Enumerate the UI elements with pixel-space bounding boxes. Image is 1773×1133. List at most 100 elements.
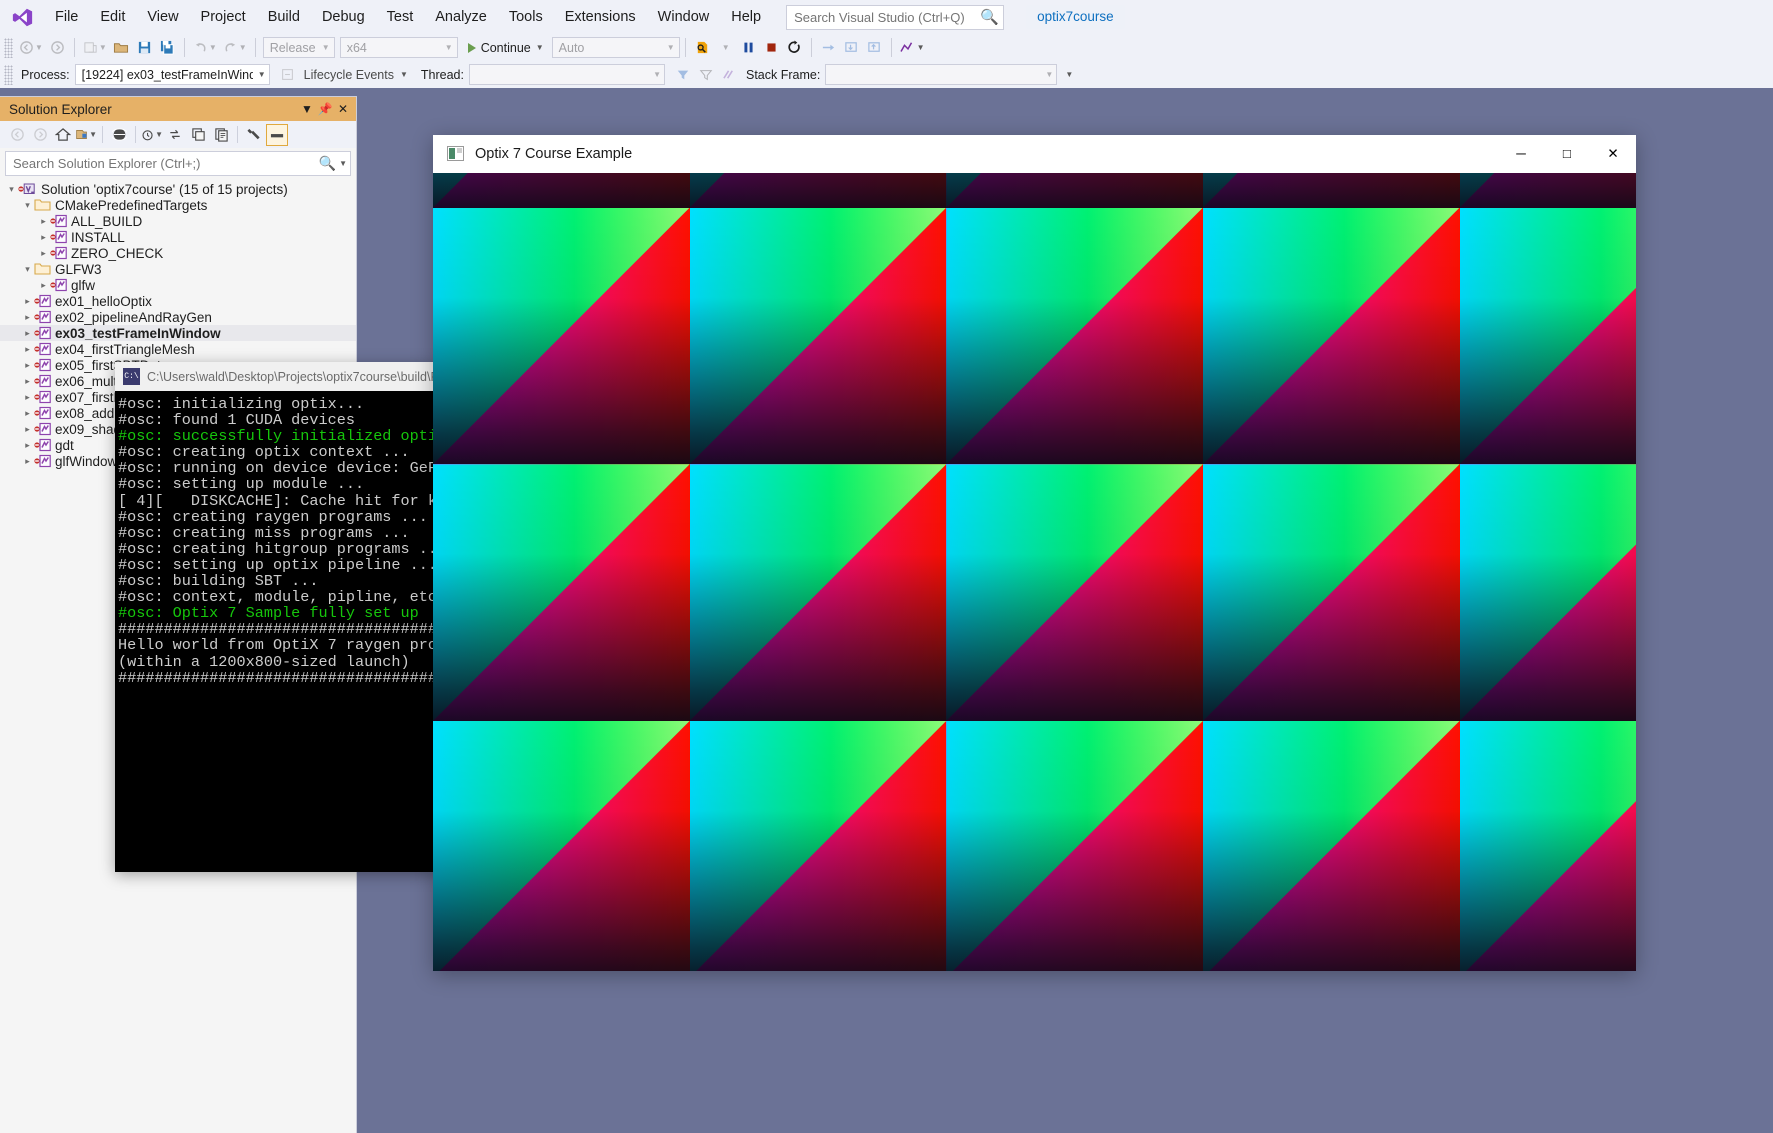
- global-search-box[interactable]: 🔍: [786, 4, 1005, 30]
- close-icon[interactable]: ✕: [334, 102, 352, 116]
- lifecycle-events-label[interactable]: Lifecycle Events: [299, 68, 399, 82]
- pin-icon[interactable]: 📌: [316, 102, 334, 116]
- solution-platform-dropdown[interactable]: x64 ▼: [339, 37, 458, 58]
- optix-titlebar[interactable]: Optix 7 Course Example ─ □ ✕: [433, 135, 1636, 173]
- account-badge[interactable]: optix7course: [1026, 5, 1125, 29]
- hot-reload-settings-icon[interactable]: ▼: [714, 36, 737, 59]
- stack-frame-dropdown[interactable]: ▼: [825, 64, 1058, 85]
- tree-item-ex04_firsttrianglemesh[interactable]: ▸ ex04_firstTriangleMesh: [0, 341, 356, 357]
- menu-view[interactable]: View: [136, 0, 189, 34]
- tree-expander[interactable]: ▸: [21, 360, 34, 371]
- forward-icon[interactable]: [29, 124, 51, 146]
- navigate-backward-icon[interactable]: ▼: [16, 36, 46, 59]
- menu-edit[interactable]: Edit: [89, 0, 136, 34]
- close-button[interactable]: ✕: [1590, 135, 1636, 173]
- tree-expander[interactable]: ▸: [37, 232, 50, 243]
- pending-changes-icon[interactable]: ▼: [141, 124, 163, 146]
- tree-item-all_build[interactable]: ▸ ALL_BUILD: [0, 213, 356, 229]
- continue-button[interactable]: Continue ▼: [464, 36, 548, 59]
- collapse-all-icon[interactable]: [187, 124, 209, 146]
- flag-icon[interactable]: [695, 63, 718, 86]
- tree-item-ex01_hellooptix[interactable]: ▸ ex01_helloOptix: [0, 293, 356, 309]
- step-out-icon[interactable]: [863, 36, 886, 59]
- search-input[interactable]: [794, 9, 981, 25]
- overflow-chevron-icon[interactable]: ▼: [1065, 70, 1073, 79]
- chevron-down-icon[interactable]: ▼: [339, 159, 347, 168]
- tree-expander[interactable]: ▸: [21, 344, 34, 355]
- tree-item-cmakepredefinedtargets[interactable]: ▾ CMakePredefinedTargets: [0, 197, 356, 213]
- tree-item-glfw[interactable]: ▸ glfw: [0, 277, 356, 293]
- show-all-files-icon[interactable]: [108, 124, 130, 146]
- chevron-down-icon[interactable]: ▼: [536, 43, 544, 52]
- chevron-down-icon[interactable]: ▼: [99, 43, 107, 52]
- menu-test[interactable]: Test: [376, 0, 425, 34]
- restart-icon[interactable]: [783, 36, 806, 59]
- menu-extensions[interactable]: Extensions: [554, 0, 647, 34]
- chevron-down-icon[interactable]: ▼: [239, 43, 247, 52]
- tree-item-zero_check[interactable]: ▸ ZERO_CHECK: [0, 245, 356, 261]
- undo-icon[interactable]: ▼: [190, 36, 220, 59]
- console-titlebar[interactable]: C:\ C:\Users\wald\Desktop\Projects\optix…: [115, 362, 439, 391]
- thread-dropdown[interactable]: ▼: [468, 64, 665, 85]
- tree-expander[interactable]: ▾: [5, 184, 18, 195]
- chevron-down-icon[interactable]: ▼: [298, 102, 316, 116]
- tree-expander[interactable]: ▸: [37, 216, 50, 227]
- save-all-icon[interactable]: [156, 36, 179, 59]
- view-code-icon[interactable]: [210, 124, 232, 146]
- sync-with-active-document-icon[interactable]: ▼: [75, 124, 97, 146]
- lifecycle-events-icon[interactable]: [276, 63, 299, 86]
- tree-expander[interactable]: ▸: [21, 328, 34, 339]
- tree-expander[interactable]: ▾: [21, 200, 34, 211]
- tree-expander[interactable]: ▸: [21, 424, 34, 435]
- menu-help[interactable]: Help: [720, 0, 772, 34]
- maximize-button[interactable]: □: [1544, 135, 1590, 173]
- menu-window[interactable]: Window: [647, 0, 721, 34]
- back-icon[interactable]: [6, 124, 28, 146]
- home-icon[interactable]: [52, 124, 74, 146]
- menu-debug[interactable]: Debug: [311, 0, 376, 34]
- parallel-stacks-icon[interactable]: [718, 63, 741, 86]
- minimize-button[interactable]: ─: [1498, 135, 1544, 173]
- filter-icon[interactable]: [672, 63, 695, 86]
- menu-analyze[interactable]: Analyze: [424, 0, 498, 34]
- attach-dropdown[interactable]: Auto ▼: [551, 37, 680, 58]
- tree-expander[interactable]: ▸: [21, 408, 34, 419]
- hot-reload-icon[interactable]: [691, 36, 714, 59]
- refresh-icon[interactable]: [164, 124, 186, 146]
- step-over-icon[interactable]: [817, 36, 840, 59]
- tree-expander[interactable]: ▸: [21, 312, 34, 323]
- chevron-down-icon[interactable]: ▼: [917, 43, 925, 52]
- tree-item-glfw3[interactable]: ▾ GLFW3: [0, 261, 356, 277]
- tree-expander[interactable]: ▸: [21, 296, 34, 307]
- toolbar-grip[interactable]: [4, 64, 13, 85]
- search-input[interactable]: [13, 156, 319, 171]
- navigate-forward-icon[interactable]: [46, 36, 69, 59]
- menu-file[interactable]: File: [44, 0, 89, 34]
- step-into-icon[interactable]: [840, 36, 863, 59]
- chevron-down-icon[interactable]: ▼: [35, 43, 43, 52]
- save-icon[interactable]: [133, 36, 156, 59]
- tree-expander[interactable]: ▸: [37, 280, 50, 291]
- redo-icon[interactable]: ▼: [220, 36, 250, 59]
- toolbar-grip[interactable]: [4, 37, 13, 58]
- stop-debugging-icon[interactable]: [760, 36, 783, 59]
- chevron-down-icon[interactable]: ▼: [209, 43, 217, 52]
- tree-expander[interactable]: ▸: [37, 248, 50, 259]
- tree-expander[interactable]: ▸: [21, 376, 34, 387]
- solution-explorer-search-box[interactable]: 🔍 ▼: [5, 151, 351, 176]
- preview-selected-items-icon[interactable]: [266, 123, 288, 146]
- chevron-down-icon[interactable]: ▼: [400, 70, 408, 79]
- chevron-down-icon[interactable]: ▼: [89, 130, 97, 139]
- properties-icon[interactable]: [243, 124, 265, 146]
- new-project-icon[interactable]: ▼: [80, 36, 110, 59]
- tree-item-ex02_pipelineandraygen[interactable]: ▸ ex02_pipelineAndRayGen: [0, 309, 356, 325]
- console-window[interactable]: C:\ C:\Users\wald\Desktop\Projects\optix…: [115, 362, 439, 872]
- tree-expander[interactable]: ▸: [21, 392, 34, 403]
- chevron-down-icon[interactable]: ▼: [155, 130, 163, 139]
- tree-expander[interactable]: ▸: [21, 456, 34, 467]
- tree-item-solution-optix7course-15-of-15-projects-[interactable]: ▾ Solution 'optix7course' (15 of 15 proje…: [0, 181, 356, 197]
- tree-expander[interactable]: ▸: [21, 440, 34, 451]
- menu-project[interactable]: Project: [190, 0, 257, 34]
- break-all-icon[interactable]: [737, 36, 760, 59]
- menu-build[interactable]: Build: [257, 0, 311, 34]
